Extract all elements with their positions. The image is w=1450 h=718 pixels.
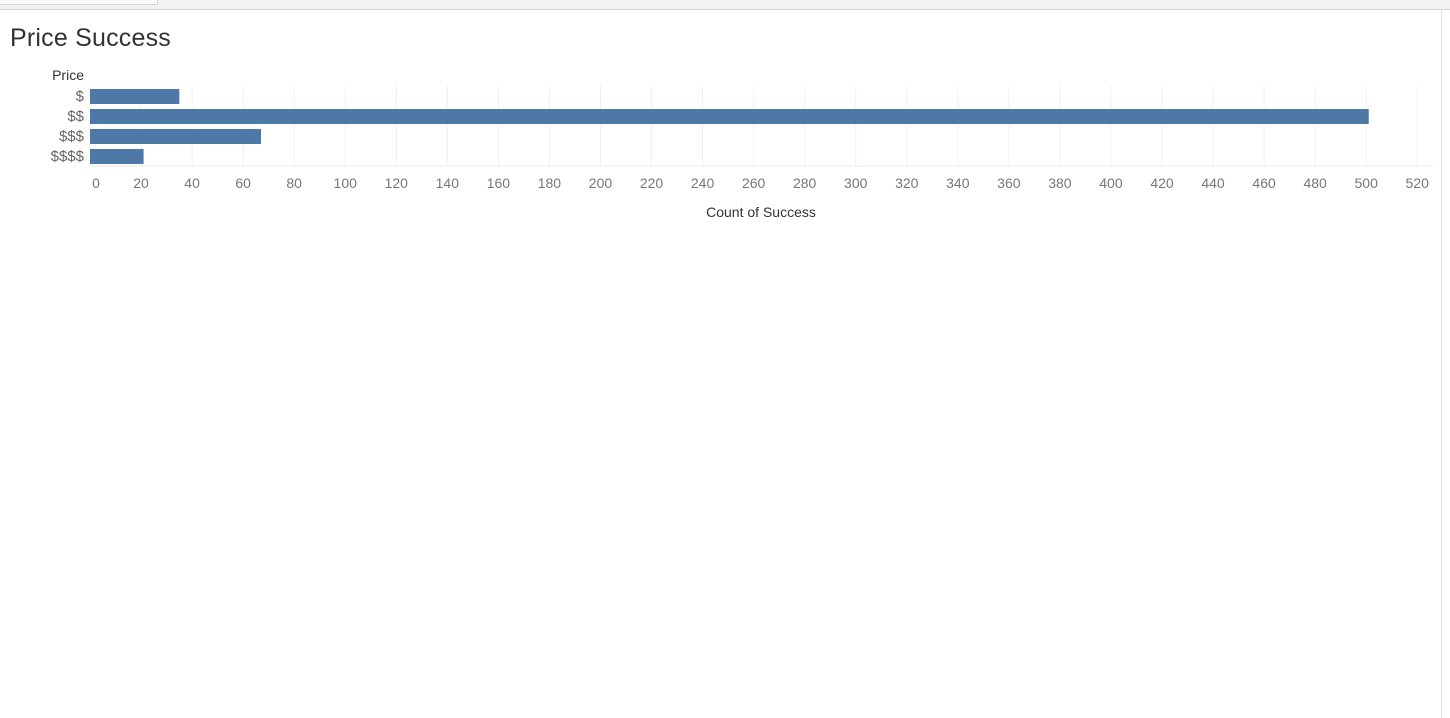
x-tick-label: 400 [1099, 175, 1123, 191]
price-category-label: $$$$ [51, 148, 85, 165]
x-tick-label: 320 [895, 175, 919, 191]
bars [90, 89, 1369, 164]
x-tick-label: 340 [946, 175, 970, 191]
x-tick-label: 240 [691, 175, 715, 191]
bar[interactable] [90, 109, 1369, 124]
x-tick-label: 80 [286, 175, 302, 191]
x-tick-label: 40 [184, 175, 200, 191]
x-tick-label: 160 [487, 175, 511, 191]
x-tick-label: 200 [589, 175, 613, 191]
x-tick-label: 280 [793, 175, 817, 191]
x-tick-label: 500 [1355, 175, 1379, 191]
x-axis-ticks: 0 20 40 60 80 100 120 140 160 180 200 220 240 260 280 3… [92, 175, 1429, 191]
y-axis-title: Price [52, 67, 84, 83]
x-tick-label: 140 [436, 175, 460, 191]
x-tick-label: 0 [92, 175, 100, 191]
x-tick-label: 180 [538, 175, 562, 191]
price-category-labels: $$$$$$$$$$ [51, 88, 85, 165]
x-tick-label: 20 [133, 175, 149, 191]
x-tick-label: 300 [844, 175, 868, 191]
x-tick-label: 100 [334, 175, 358, 191]
x-tick-label: 460 [1252, 175, 1276, 191]
bar[interactable] [90, 89, 180, 104]
x-tick-label: 260 [742, 175, 766, 191]
x-tick-label: 360 [997, 175, 1021, 191]
x-tick-label: 120 [385, 175, 409, 191]
x-tick-label: 480 [1303, 175, 1327, 191]
grid-lines [89, 86, 1433, 167]
x-tick-label: 220 [640, 175, 664, 191]
x-tick-label: 380 [1048, 175, 1072, 191]
bar-chart: $$$$$$$$$$ 0 20 40 60 80 100 120 140 160 180 200 22… [51, 67, 1433, 220]
x-axis-title: Count of Success [706, 204, 816, 220]
price-category-label: $$ [67, 108, 84, 125]
bar[interactable] [90, 129, 262, 144]
x-tick-label: 520 [1406, 175, 1430, 191]
x-tick-label: 420 [1150, 175, 1174, 191]
price-category-label: $$$ [59, 128, 85, 145]
x-tick-label: 60 [235, 175, 251, 191]
bar[interactable] [90, 149, 144, 164]
x-tick-label: 440 [1201, 175, 1225, 191]
price-category-label: $ [76, 88, 85, 105]
